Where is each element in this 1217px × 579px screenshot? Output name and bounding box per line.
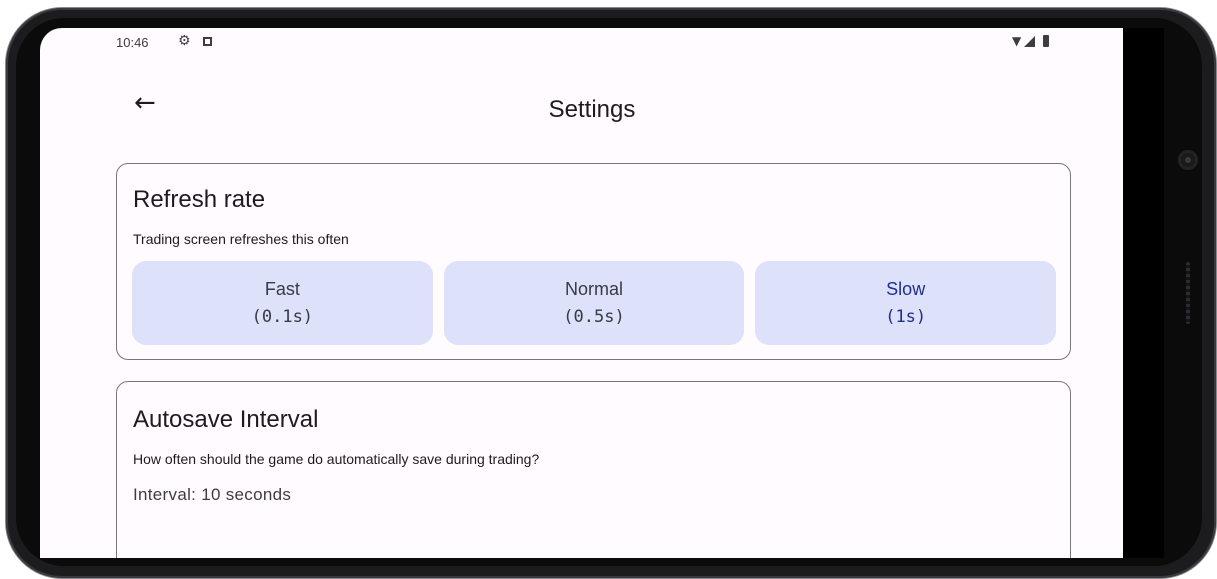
status-time: 10:46 — [116, 35, 149, 50]
autosave-interval-card: Autosave Interval How often should the g… — [116, 381, 1071, 558]
status-icons: ▼ — [1012, 34, 1050, 48]
option-label: Fast — [264, 279, 300, 299]
app-screen: 10:46 ⚙ ▼ ← Settings Refresh rate Tradin… — [40, 28, 1164, 558]
autosave-title: Autosave Interval — [133, 406, 319, 433]
battery-icon — [1043, 35, 1050, 47]
option-value: (0.1s) — [251, 307, 314, 327]
image-icon — [203, 37, 212, 46]
signal-icon — [1024, 35, 1036, 47]
camera-icon — [1178, 150, 1198, 170]
option-value: (1s) — [885, 307, 927, 327]
option-label: Slow — [886, 279, 926, 299]
speaker-grille — [1186, 262, 1190, 324]
gear-icon: ⚙ — [178, 33, 191, 49]
wifi-icon: ▼ — [1012, 34, 1022, 48]
refresh-option-normal[interactable]: Normal (0.5s) — [443, 261, 745, 345]
refresh-rate-options: Fast (0.1s) Normal (0.5s) Slow (1s) — [132, 261, 1057, 345]
refresh-option-fast[interactable]: Fast (0.1s) — [132, 261, 433, 345]
refresh-option-slow[interactable]: Slow (1s) — [755, 261, 1057, 345]
refresh-rate-card: Refresh rate Trading screen refreshes th… — [116, 163, 1071, 360]
option-value: (0.5s) — [563, 307, 625, 327]
refresh-rate-subtitle: Trading screen refreshes this often — [133, 231, 349, 247]
page-title: Settings — [548, 96, 636, 123]
option-label: Normal — [565, 279, 624, 299]
interval-value: Interval: 10 seconds — [133, 485, 292, 504]
refresh-rate-title: Refresh rate — [133, 186, 266, 213]
autosave-subtitle: How often should the game do automatical… — [133, 451, 540, 467]
